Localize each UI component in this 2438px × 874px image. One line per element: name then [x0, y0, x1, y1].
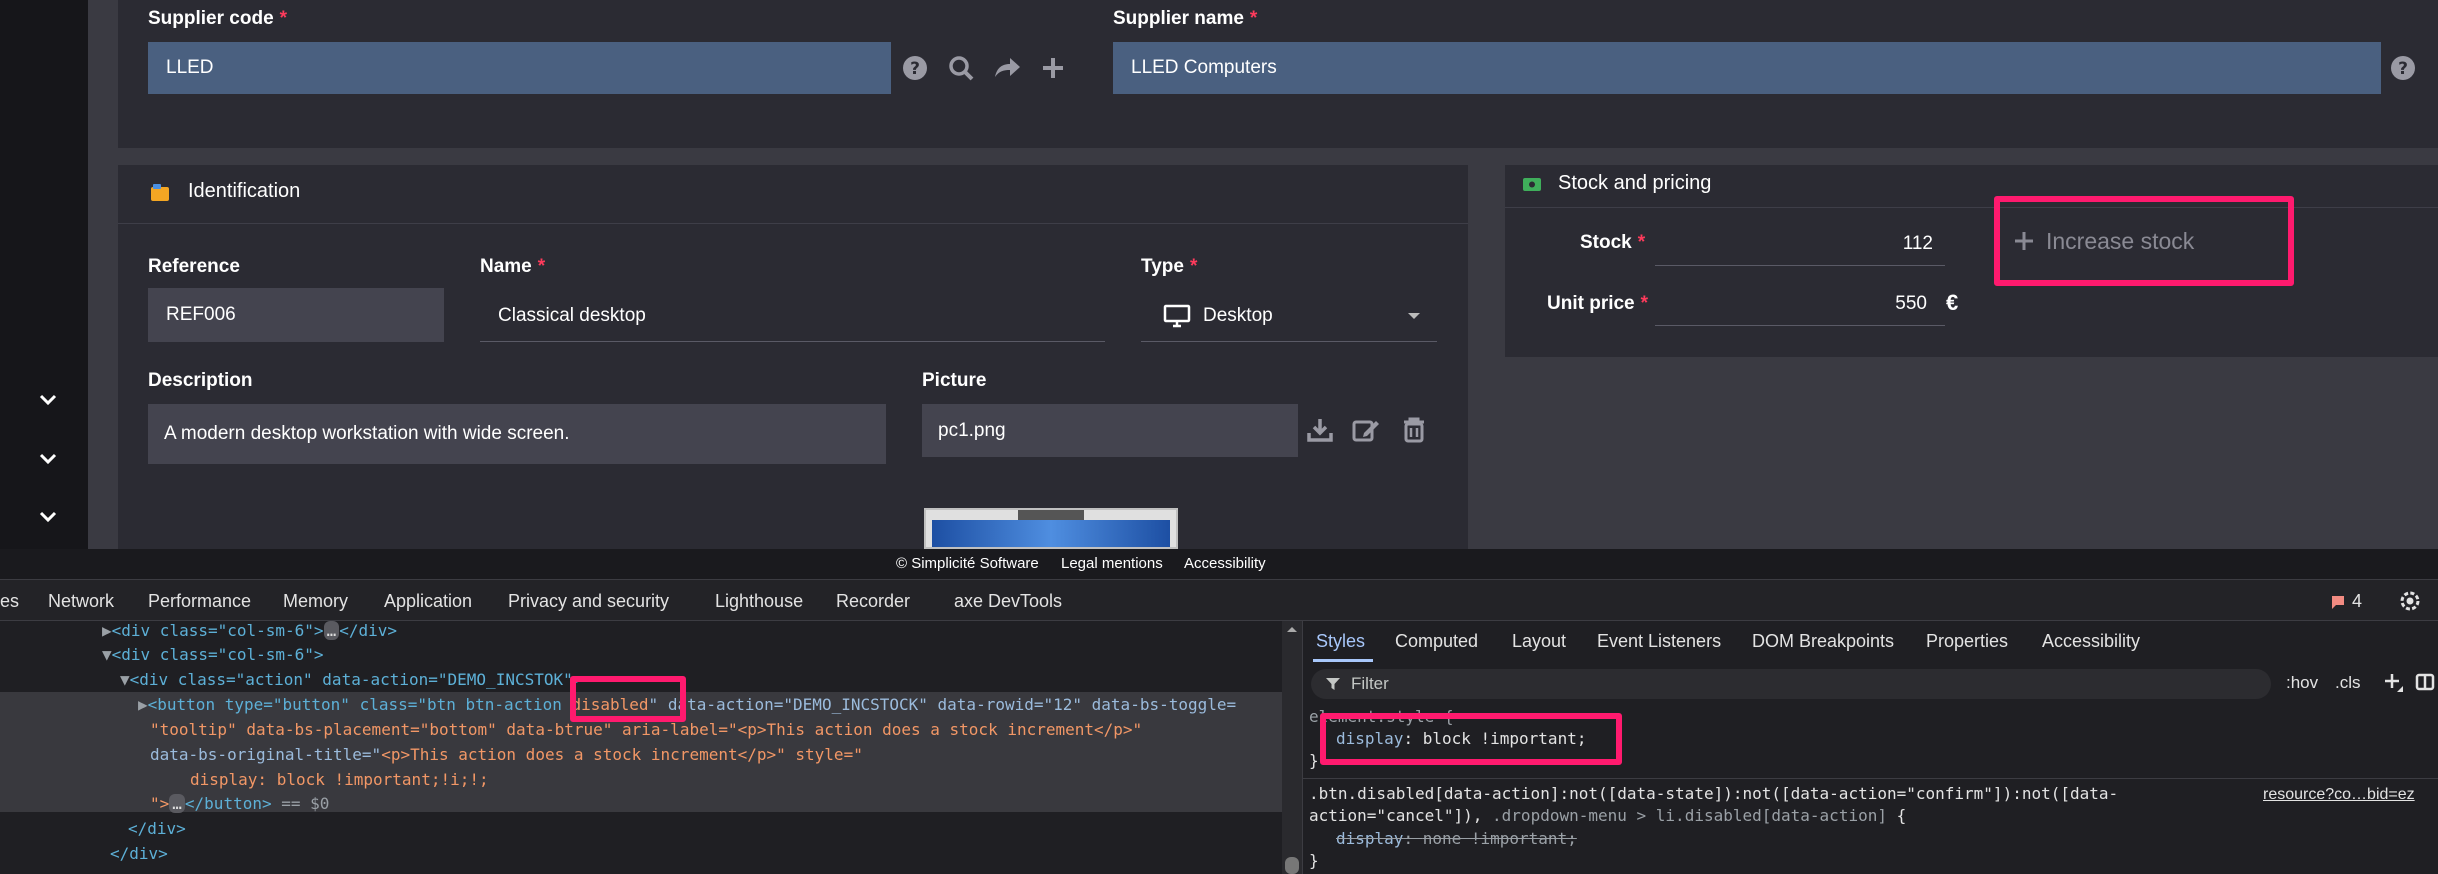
unit-price-input[interactable]: 550: [1655, 282, 1945, 326]
scroll-up-icon[interactable]: [1286, 625, 1298, 633]
highlight-box-display-block: [1320, 713, 1622, 765]
picture-label: Picture: [922, 370, 987, 391]
dom-line-2[interactable]: ▼<div class="col-sm-6">: [102, 645, 324, 664]
name-input[interactable]: Classical desktop: [480, 290, 1105, 342]
help-icon[interactable]: ?: [2390, 55, 2416, 81]
chevron-down-icon[interactable]: [36, 447, 60, 471]
svg-text:?: ?: [2398, 59, 2408, 79]
type-value: Desktop: [1203, 304, 1273, 326]
devtools-tab-performance[interactable]: Performance: [148, 591, 251, 612]
currency-symbol: €: [1946, 290, 1959, 315]
rule-close: }: [1309, 851, 1319, 870]
devtools-tab-elements[interactable]: es: [0, 591, 19, 612]
devtools-tab-recorder[interactable]: Recorder: [836, 591, 910, 612]
identification-title: Identification: [188, 180, 301, 202]
svg-text:?: ?: [910, 59, 920, 79]
styles-filter-input[interactable]: Filter: [1311, 669, 2271, 699]
identification-panel: [118, 165, 1468, 549]
help-icon[interactable]: ?: [902, 55, 928, 81]
copyright-text: © Simplicité Software: [896, 555, 1039, 572]
supplier-name-input[interactable]: LLED Computers: [1113, 42, 2381, 94]
styles-tab-dom-breakpoints[interactable]: DOM Breakpoints: [1752, 631, 1894, 652]
description-textarea[interactable]: A modern desktop workstation with wide s…: [148, 404, 886, 464]
cls-toggle[interactable]: .cls: [2335, 673, 2361, 693]
element-style-close: }: [1309, 751, 1319, 770]
dom-line-3[interactable]: ▼<div class="action" data-action="DEMO_I…: [120, 670, 582, 689]
edit-icon[interactable]: [1352, 417, 1380, 443]
money-icon: [1523, 178, 1541, 191]
share-arrow-icon[interactable]: [993, 55, 1021, 81]
new-style-rule-icon[interactable]: [2383, 672, 2405, 694]
dom-line-4[interactable]: ▶<button type="button" class="btn btn-ac…: [138, 695, 1236, 714]
reference-label: Reference: [148, 256, 240, 277]
picture-thumbnail[interactable]: [924, 508, 1178, 549]
highlight-box-increase-stock: [1994, 196, 2294, 286]
rule-selector-line-1: .btn.disabled[data-action]:not([data-sta…: [1309, 784, 2119, 803]
stock-input[interactable]: 112: [1655, 222, 1945, 266]
left-sidebar: [0, 0, 88, 549]
highlight-box-disabled-class: [570, 676, 686, 722]
devtools-tab-network[interactable]: Network: [48, 591, 114, 612]
plus-icon[interactable]: [1040, 55, 1066, 81]
styles-tab-accessibility[interactable]: Accessibility: [2042, 631, 2140, 652]
monitor-icon: [1163, 304, 1191, 327]
stock-pricing-title: Stock and pricing: [1558, 172, 1712, 194]
unit-price-label: Unit price *: [1547, 293, 1649, 314]
computed-sidebar-icon[interactable]: [2415, 672, 2437, 694]
dom-line-8[interactable]: ">… </button> == $0: [150, 794, 329, 813]
rule-selector-line-2: action="cancel"]), .dropdown-menu > li.d…: [1309, 806, 1907, 825]
download-icon[interactable]: [1306, 417, 1334, 443]
style-source-link[interactable]: resource?co…bid=ez: [2263, 786, 2415, 804]
styles-tab-computed[interactable]: Computed: [1395, 631, 1478, 652]
issues-badge[interactable]: 4: [2330, 591, 2362, 612]
stock-label: Stock *: [1580, 232, 1646, 253]
devtools-tabbar: es Network Performance Memory Applicatio…: [0, 579, 2438, 621]
app-area: Supplier code * LLED ? Supplier name * LLE…: [0, 0, 2438, 549]
dom-line-9[interactable]: </div>: [128, 819, 186, 838]
footer: © Simplicité Software Legal mentions Acc…: [0, 549, 2438, 579]
style-declaration-display-none[interactable]: display: none !important;: [1336, 829, 1577, 848]
devtools-tab-axe[interactable]: axe DevTools: [954, 591, 1062, 612]
styles-tab-properties[interactable]: Properties: [1926, 631, 2008, 652]
dom-line-1[interactable]: ▶<div class="col-sm-6">… </div>: [102, 621, 397, 640]
accessibility-link[interactable]: Accessibility: [1184, 555, 1266, 572]
styles-tab-styles[interactable]: Styles: [1316, 631, 1365, 652]
folder-icon: [151, 184, 169, 201]
issue-flag-icon: [2332, 595, 2344, 609]
elements-scrollbar[interactable]: [1282, 621, 1302, 874]
type-label: Type *: [1141, 256, 1198, 277]
filter-icon: [1326, 678, 1340, 690]
dom-line-5[interactable]: "tooltip" data-bs-placement="bottom" dat…: [150, 720, 1142, 739]
styles-pane: Styles Computed Layout Event Listeners D…: [1303, 621, 2438, 874]
styles-tab-event-listeners[interactable]: Event Listeners: [1597, 631, 1721, 652]
settings-gear-icon[interactable]: [2398, 589, 2422, 613]
caret-down-icon: [1408, 313, 1420, 319]
reference-input[interactable]: REF006: [148, 288, 444, 342]
devtools-tab-application[interactable]: Application: [384, 591, 472, 612]
trash-icon[interactable]: [1402, 417, 1426, 443]
type-select[interactable]: Desktop: [1141, 290, 1437, 342]
supplier-name-label: Supplier name *: [1113, 8, 1258, 29]
chevron-down-icon[interactable]: [36, 388, 60, 412]
elements-pane: ▶<div class="col-sm-6">… </div> ▼<div cla…: [0, 621, 1303, 874]
dom-line-6[interactable]: data-bs-original-title="<p>This action d…: [150, 745, 863, 764]
devtools-tab-memory[interactable]: Memory: [283, 591, 348, 612]
dom-line-10[interactable]: </div>: [110, 844, 168, 863]
search-icon[interactable]: [948, 55, 974, 81]
name-label: Name *: [480, 256, 546, 277]
description-label: Description: [148, 370, 253, 391]
supplier-code-input[interactable]: LLED: [148, 42, 891, 94]
devtools-tab-lighthouse[interactable]: Lighthouse: [715, 591, 803, 612]
legal-mentions-link[interactable]: Legal mentions: [1061, 555, 1163, 572]
devtools-tab-privacy[interactable]: Privacy and security: [508, 591, 669, 612]
hov-toggle[interactable]: :hov: [2286, 673, 2318, 693]
styles-tab-layout[interactable]: Layout: [1512, 631, 1566, 652]
supplier-code-label: Supplier code *: [148, 8, 288, 29]
dom-line-7[interactable]: display: block !important;!i;!;: [190, 770, 489, 789]
chevron-down-icon[interactable]: [36, 505, 60, 529]
picture-input[interactable]: pc1.png: [922, 404, 1298, 457]
